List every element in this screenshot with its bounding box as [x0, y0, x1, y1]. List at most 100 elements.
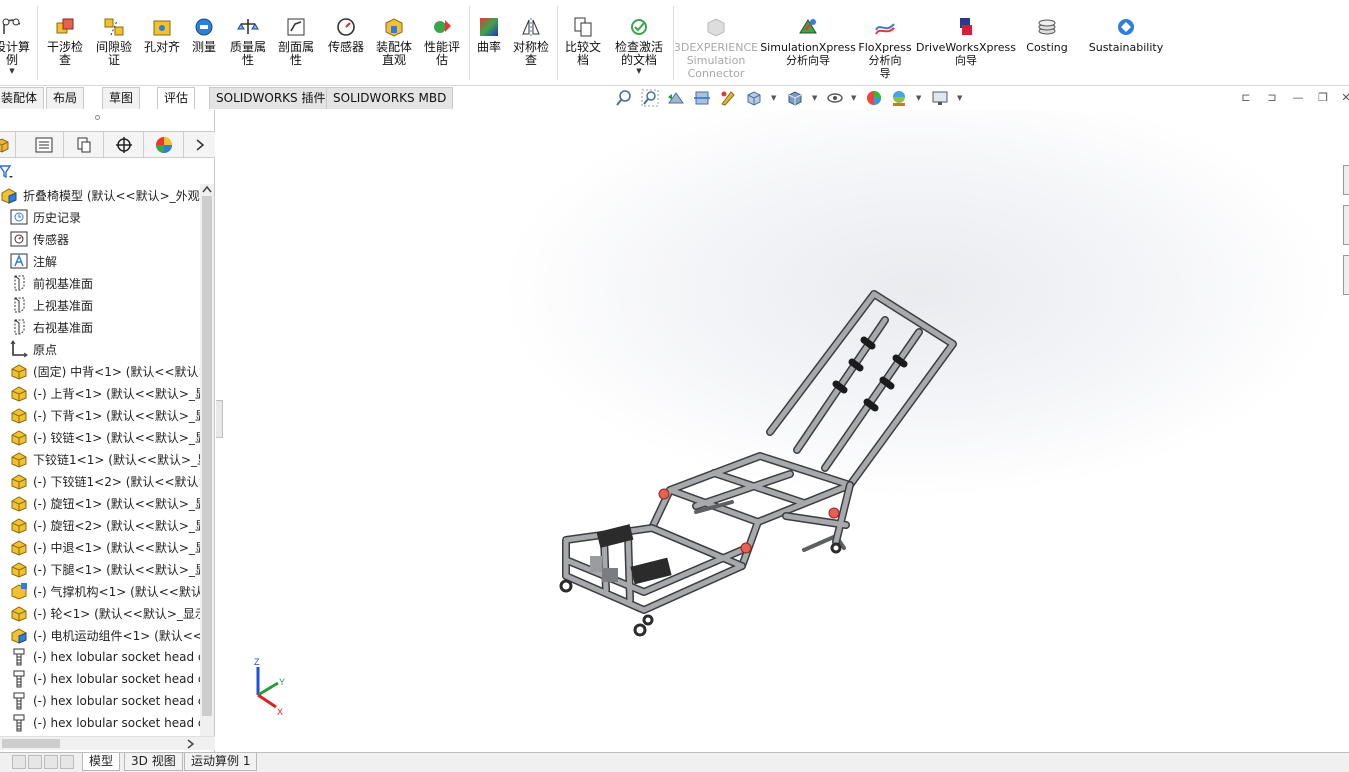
tree-item[interactable]: 原点: [0, 338, 200, 360]
tree-horizontal-scrollbar[interactable]: [0, 736, 215, 750]
ribbon-button-sensor[interactable]: 传感器: [324, 4, 368, 82]
ribbon-button-design-study[interactable]: 设计算 例▼: [0, 4, 32, 82]
tab-motion-study-1[interactable]: 运动算例 1: [184, 753, 258, 771]
tab-assembly[interactable]: 装配体: [0, 87, 45, 109]
tab-configuration-manager[interactable]: [64, 132, 104, 158]
tree-item[interactable]: 传感器: [0, 228, 200, 250]
tree-item-label: (-) hex lobular socket head c: [33, 694, 200, 708]
tree-item[interactable]: (-) 旋钮<1> (默认<<默认>_显: [0, 492, 200, 514]
ribbon-button-clearance-verify[interactable]: 间隙验 证: [92, 4, 136, 82]
tree-item[interactable]: (-) 旋钮<2> (默认<<默认>_显: [0, 514, 200, 536]
ribbon-button-driveworksxpress[interactable]: DriveWorksXpress 向导: [916, 4, 1016, 82]
tree-item[interactable]: (-) hex lobular socket head c: [0, 646, 200, 668]
ribbon-button-check-active-doc[interactable]: 检查激活 的文档 ▼: [610, 4, 668, 82]
view-settings-icon[interactable]: [931, 89, 949, 107]
tree-item[interactable]: (-) hex lobular socket head c: [0, 668, 200, 690]
display-style-dropdown-icon[interactable]: ▼: [812, 94, 817, 102]
tree-item[interactable]: (-) 电机运动组件<1> (默认<<: [0, 624, 200, 646]
ribbon-button-assembly-visualization[interactable]: 装配体 直观: [372, 4, 416, 82]
tab-sketch[interactable]: 草图: [102, 87, 141, 109]
tree-item[interactable]: 右视基准面: [0, 316, 200, 338]
previous-view-icon[interactable]: [667, 89, 685, 107]
tree-item[interactable]: 下铰链1<1> (默认<<默认>_显: [0, 448, 200, 470]
ribbon-button-hole-align[interactable]: 孔对齐: [140, 4, 184, 82]
view-orientation-icon[interactable]: [745, 89, 763, 107]
next-tab-icon[interactable]: [44, 755, 58, 769]
tree-item[interactable]: (-) 气撑机构<1> (默认<<默认: [0, 580, 200, 602]
task-pane-tabs[interactable]: [1343, 165, 1349, 310]
tab-layout[interactable]: 布局: [46, 87, 85, 109]
restore-window-icon[interactable]: ❐: [1315, 90, 1331, 106]
apply-scene-dropdown-icon[interactable]: ▼: [916, 94, 921, 102]
ribbon-button-curvature[interactable]: 曲率: [474, 4, 504, 82]
tree-item[interactable]: (-) 下背<1> (默认<<默认>_显: [0, 404, 200, 426]
ribbon-button-floxpress[interactable]: FloXpress 分析向 导: [858, 4, 912, 82]
tree-item[interactable]: (-) 铰链<1> (默认<<默认>_显: [0, 426, 200, 448]
tree-item[interactable]: 上视基准面: [0, 294, 200, 316]
view-orientation-dropdown-icon[interactable]: ▼: [771, 94, 776, 102]
chevron-down-icon[interactable]: ▼: [9, 67, 14, 75]
zoom-to-fit-icon[interactable]: [615, 89, 633, 107]
dynamic-annotation-icon[interactable]: [719, 89, 737, 107]
tree-item[interactable]: (-) 上背<1> (默认<<默认>_显: [0, 382, 200, 404]
apply-scene-icon[interactable]: [890, 89, 908, 107]
ribbon-button-compare-docs[interactable]: 比较文 档: [560, 4, 606, 82]
ribbon-button-section-properties[interactable]: 剖面属 性: [274, 4, 318, 82]
ribbon-button-interference-check[interactable]: 干涉检 查: [42, 4, 88, 82]
tree-root-assembly[interactable]: 折叠椅模型 (默认<<默认>_外观 显˄: [0, 184, 200, 206]
section-view-icon[interactable]: [693, 89, 711, 107]
last-tab-icon[interactable]: [60, 755, 74, 769]
tree-item[interactable]: 历史记录: [0, 206, 200, 228]
tree-item[interactable]: (-) hex lobular socket head c: [0, 712, 200, 734]
tab-3d-views[interactable]: 3D 视图: [124, 753, 183, 771]
hide-show-items-icon[interactable]: [826, 89, 844, 107]
tree-item[interactable]: 前视基准面: [0, 272, 200, 294]
panel-tabs-next[interactable]: [184, 132, 215, 158]
hide-show-dropdown-icon[interactable]: ▼: [851, 94, 856, 102]
tree-item[interactable]: (-) 中退<1> (默认<<默认>_显: [0, 536, 200, 558]
tree-item[interactable]: 注解: [0, 250, 200, 272]
tree-item[interactable]: (-) 下铰链1<2> (默认<<默认>: [0, 470, 200, 492]
restore-right-pane-icon[interactable]: ⊐: [1264, 90, 1280, 106]
prev-tab-icon[interactable]: [28, 755, 42, 769]
view-settings-dropdown-icon[interactable]: ▼: [957, 94, 962, 102]
zoom-to-area-icon[interactable]: [641, 89, 659, 107]
close-icon[interactable]: ✕: [1338, 90, 1349, 106]
tab-evaluate[interactable]: 评估: [157, 87, 196, 109]
screw-icon: [13, 648, 25, 666]
tab-property-manager[interactable]: [24, 132, 64, 158]
panel-grip[interactable]: [95, 115, 100, 120]
tree-vertical-scrollbar[interactable]: [200, 184, 214, 736]
tab-dimxpert-manager[interactable]: [104, 132, 144, 158]
restore-left-pane-icon[interactable]: ⊏: [1238, 90, 1254, 106]
panel-collapse-handle[interactable]: [216, 400, 223, 438]
display-style-icon[interactable]: [786, 89, 804, 107]
ribbon-button-performance-eval[interactable]: 性能评 估: [420, 4, 464, 82]
edit-appearance-icon[interactable]: [865, 89, 883, 107]
tab-model[interactable]: 模型: [82, 753, 121, 771]
ribbon-button-symmetry-check[interactable]: 对称检 查: [508, 4, 554, 82]
filter-icon[interactable]: [0, 164, 14, 180]
ribbon-button-costing[interactable]: Costing: [1022, 4, 1072, 82]
tree-item[interactable]: (固定) 中背<1> (默认<<默认>: [0, 360, 200, 382]
minimize-icon[interactable]: —: [1290, 90, 1306, 106]
scroll-right-icon[interactable]: [186, 739, 194, 749]
tree-vertical-scroll-thumb[interactable]: [202, 196, 212, 716]
first-tab-icon[interactable]: [12, 755, 26, 769]
tab-solidworks-addins[interactable]: SOLIDWORKS 插件: [209, 87, 333, 109]
graphics-area[interactable]: Z Y X: [216, 110, 1349, 752]
ribbon-button-mass-properties[interactable]: 质量属 性: [226, 4, 270, 82]
tree-item[interactable]: (-) 轮<1> (默认<<默认>_显示: [0, 602, 200, 624]
tree-item[interactable]: (-) 下腿<1> (默认<<默认>_显: [0, 558, 200, 580]
ribbon-button-simulationxpress[interactable]: SimulationXpress 分析向导: [760, 4, 856, 82]
tab-display-manager[interactable]: [144, 132, 184, 158]
scroll-up-icon[interactable]: [202, 185, 212, 193]
tree-horizontal-scroll-thumb[interactable]: [2, 739, 60, 748]
tree-item[interactable]: (-) hex lobular socket head c: [0, 690, 200, 712]
tab-feature-manager[interactable]: [0, 132, 16, 158]
ribbon-button-measure[interactable]: 测量: [184, 4, 224, 82]
ribbon-button-sustainability[interactable]: Sustainability: [1088, 4, 1164, 82]
chevron-down-icon[interactable]: ▼: [636, 67, 641, 75]
tab-solidworks-mbd[interactable]: SOLIDWORKS MBD: [326, 87, 454, 109]
folding-chair-model[interactable]: [546, 280, 966, 640]
